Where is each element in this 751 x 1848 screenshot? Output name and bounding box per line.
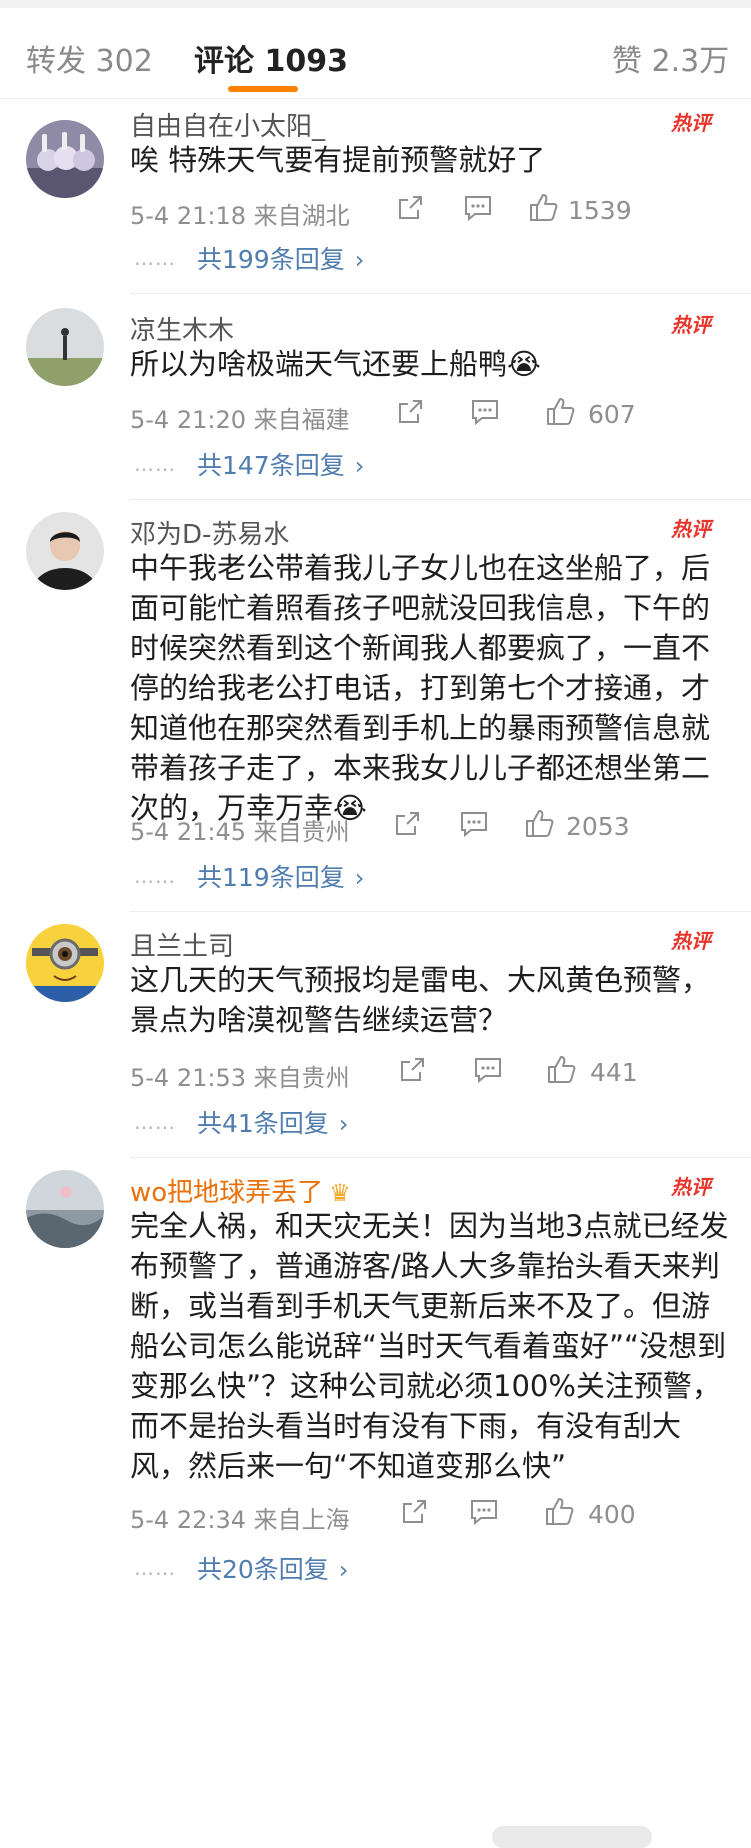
like-count: 607: [588, 400, 636, 429]
comment-location: 来自福建: [253, 406, 350, 434]
comment-item: 自由自在小太阳_ 热评 唉 特殊天气要有提前预警就好了 5-4 21:18 来自…: [0, 98, 751, 294]
crown-icon: ♛: [329, 1179, 351, 1207]
comment-time: 5-4 21:18: [130, 202, 246, 230]
like-count: 441: [590, 1058, 638, 1087]
share-icon[interactable]: [396, 398, 424, 432]
avatar[interactable]: [26, 1170, 104, 1248]
share-icon[interactable]: [400, 1498, 428, 1532]
comment-location: 来自贵州: [253, 1064, 350, 1092]
comment-icon[interactable]: [463, 194, 493, 228]
like-count: 2053: [566, 812, 630, 841]
comment-text: 所以为啥极端天气还要上船鸭😭: [130, 347, 541, 381]
comment-meta: 5-4 21:20 来自福建: [130, 400, 350, 435]
like-icon[interactable]: [528, 192, 558, 226]
hot-comment-badge: 热评: [665, 310, 717, 340]
reply-count-text: 共119条回复: [197, 863, 345, 892]
comment-meta: 5-4 21:45 来自贵州: [130, 812, 350, 847]
tab-bar: 转发 302 评论 1093 赞 2.3万: [0, 8, 751, 99]
avatar[interactable]: [26, 120, 104, 198]
top-strip: [0, 0, 751, 8]
share-icon[interactable]: [393, 810, 421, 844]
hot-label: 热评: [670, 111, 714, 135]
comment-item: 凉生木木 热评 所以为啥极端天气还要上船鸭😭 5-4 21:20 来自福建 60…: [0, 294, 751, 500]
hot-comment-badge: 热评: [665, 926, 717, 956]
comment-meta: 5-4 21:53 来自贵州: [130, 1058, 350, 1093]
chevron-right-icon: ›: [338, 1556, 349, 1584]
view-replies-link[interactable]: 共41条回复 ›: [197, 1104, 348, 1140]
avatar[interactable]: [26, 924, 104, 1002]
comment-username[interactable]: wo把地球弄丢了 ♛: [130, 1172, 351, 1209]
view-replies-link[interactable]: 共119条回复 ›: [197, 858, 364, 894]
comment-icon[interactable]: [470, 398, 500, 432]
comment-item: 且兰土司 热评 这几天的天气预报均是雷电、大风黄色预警，景点为啥漠视警告继续运营…: [0, 912, 751, 1158]
avatar[interactable]: [26, 512, 104, 590]
comment-time: 5-4 22:34: [130, 1506, 246, 1534]
hot-label: 热评: [670, 313, 714, 337]
comment-meta: 5-4 22:34 来自上海: [130, 1500, 350, 1535]
like-icon[interactable]: [544, 1496, 574, 1530]
comment-meta: 5-4 21:18 来自湖北: [130, 196, 350, 231]
hot-label: 热评: [670, 517, 714, 541]
comment-username[interactable]: 且兰土司: [130, 926, 234, 963]
reply-dots: ……: [134, 864, 176, 888]
share-icon[interactable]: [398, 1056, 426, 1090]
reply-count-text: 共199条回复: [197, 245, 345, 274]
avatar[interactable]: [26, 308, 104, 386]
comment-time: 5-4 21:20: [130, 406, 246, 434]
reply-count-text: 共41条回复: [197, 1109, 329, 1138]
comment-time: 5-4 21:45: [130, 818, 246, 846]
like-icon[interactable]: [524, 808, 554, 842]
view-replies-link[interactable]: 共147条回复 ›: [197, 446, 364, 482]
reply-dots: ……: [134, 1556, 176, 1580]
username-text: wo把地球弄丢了: [130, 1178, 324, 1208]
comment-text: 完全人祸，和天灾无关！因为当地3点就已经发布预警了，普通游客/路人大多靠抬头看天…: [130, 1209, 729, 1483]
like-icon[interactable]: [546, 1054, 576, 1088]
comment-username[interactable]: 邓为D-苏易水: [130, 514, 289, 551]
comment-username[interactable]: 自由自在小太阳_: [130, 106, 325, 143]
reply-dots: ……: [134, 452, 176, 476]
hot-label: 热评: [670, 929, 714, 953]
comment-location: 来自湖北: [253, 202, 350, 230]
comment-icon[interactable]: [469, 1498, 499, 1532]
comment-icon[interactable]: [473, 1056, 503, 1090]
comment-location: 来自上海: [253, 1506, 350, 1534]
chevron-right-icon: ›: [354, 452, 365, 480]
chevron-right-icon: ›: [338, 1110, 349, 1138]
share-icon[interactable]: [396, 194, 424, 228]
like-count: 1539: [568, 196, 632, 225]
tab-comments[interactable]: 评论 1093: [194, 36, 348, 80]
like-count: 400: [588, 1500, 636, 1529]
reply-count-text: 共20条回复: [197, 1555, 329, 1584]
hot-comment-badge: 热评: [665, 514, 717, 544]
comment-text: 中午我老公带着我儿子女儿也在这坐船了，后面可能忙着照看孩子吧就没回我信息，下午的…: [130, 551, 711, 825]
tab-repost[interactable]: 转发 302: [26, 36, 153, 80]
tab-likes[interactable]: 赞 2.3万: [612, 36, 729, 80]
reply-count-text: 共147条回复: [197, 451, 345, 480]
comment-icon[interactable]: [459, 810, 489, 844]
hot-label: 热评: [670, 1175, 714, 1199]
reply-dots: ……: [134, 246, 176, 270]
comment-item: wo把地球弄丢了 ♛ 热评 完全人祸，和天灾无关！因为当地3点就已经发布预警了，普…: [0, 1158, 751, 1848]
active-tab-indicator: [228, 86, 298, 92]
comment-text: 唉 特殊天气要有提前预警就好了: [130, 143, 546, 177]
like-icon[interactable]: [545, 396, 575, 430]
comment-username[interactable]: 凉生木木: [130, 310, 234, 347]
comment-location: 来自贵州: [253, 818, 350, 846]
view-replies-link[interactable]: 共20条回复 ›: [197, 1550, 348, 1586]
hot-comment-badge: 热评: [665, 1172, 717, 1202]
reply-dots: ……: [134, 1110, 176, 1134]
chevron-right-icon: ›: [354, 864, 365, 892]
comment-item: 邓为D-苏易水 热评 中午我老公带着我儿子女儿也在这坐船了，后面可能忙着照看孩子…: [0, 500, 751, 912]
comment-time: 5-4 21:53: [130, 1064, 246, 1092]
hot-comment-badge: 热评: [665, 108, 717, 138]
chevron-right-icon: ›: [354, 246, 365, 274]
comment-text: 这几天的天气预报均是雷电、大风黄色预警，景点为啥漠视警告继续运营？: [130, 963, 711, 1037]
watermark: [492, 1826, 652, 1848]
view-replies-link[interactable]: 共199条回复 ›: [197, 240, 364, 276]
